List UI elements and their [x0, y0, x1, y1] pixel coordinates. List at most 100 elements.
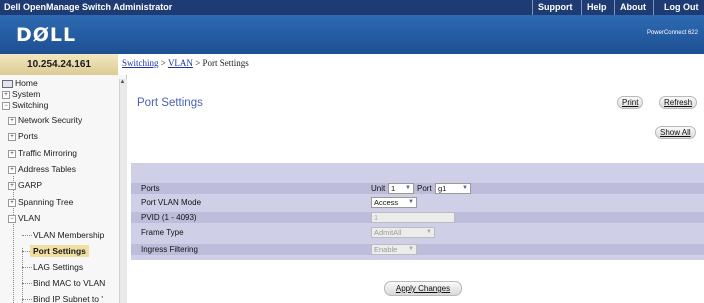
brand-banner: DØLL PowerConnect 622 [0, 15, 704, 54]
frame-type-value: AdmitAll [374, 228, 402, 237]
sidebar-item-label: VLAN [18, 213, 41, 223]
frame-type-row: Frame Type AdmitAll ▼ [131, 227, 704, 238]
sidebar-item-spanning-tree[interactable]: + Spanning Tree [8, 197, 73, 207]
app-title: Dell OpenManage Switch Administrator [4, 2, 173, 12]
plus-box-icon[interactable]: + [8, 198, 16, 207]
sidebar-item-garp[interactable]: + GARP [8, 180, 42, 190]
show-all-button[interactable]: Show All [655, 126, 696, 139]
pvid-label: PVID (1 - 4093) [141, 213, 197, 222]
sidebar-item-label: Traffic Mirroring [18, 148, 78, 158]
breadcrumb-vlan[interactable]: VLAN [168, 58, 193, 68]
top-separator [614, 0, 615, 15]
apply-changes-button[interactable]: Apply Changes [384, 281, 462, 296]
help-link[interactable]: Help [587, 2, 607, 12]
scroll-up-icon[interactable]: ▲ [119, 79, 126, 87]
minus-box-icon[interactable]: − [2, 101, 10, 110]
chevron-down-icon: ▼ [462, 185, 468, 191]
top-menu-bar: Dell OpenManage Switch Administrator Sup… [0, 0, 704, 15]
plus-box-icon[interactable]: + [2, 90, 10, 99]
sidebar-item-vlan[interactable]: − VLAN [8, 213, 40, 223]
ports-label: Ports [141, 184, 160, 193]
sidebar-item-label: Ports [18, 131, 38, 141]
port-label: Port [417, 184, 432, 193]
support-link[interactable]: Support [538, 2, 573, 12]
sidebar-item-label: LAG Settings [33, 262, 84, 272]
sidebar-item-label: Network Security [18, 115, 83, 125]
device-ip-box: 10.254.24.161 [0, 54, 118, 76]
port-select[interactable]: g1 ▼ [435, 183, 471, 194]
pvid-row: PVID (1 - 4093) 1 [131, 212, 704, 223]
sidebar-item-label: System [12, 89, 41, 99]
sidebar-item-bind-ip-subnet[interactable]: Bind IP Subnet to ' [33, 294, 103, 303]
chevron-down-icon: ▼ [408, 199, 414, 205]
sidebar-item-label: VLAN Membership [33, 230, 105, 240]
chevron-down-icon: ▼ [426, 229, 432, 235]
frame-type-label: Frame Type [141, 228, 184, 237]
plus-box-icon[interactable]: + [8, 165, 16, 174]
sidebar-scrollbar[interactable] [119, 79, 127, 303]
page-title: Port Settings [137, 97, 203, 109]
sidebar-item-label: Home [15, 78, 38, 88]
plus-box-icon[interactable]: + [8, 116, 16, 125]
sidebar-item-home[interactable]: Home [2, 78, 38, 88]
refresh-button[interactable]: Refresh [659, 96, 698, 109]
ingress-filtering-row: Ingress Filtering Enable ▼ [131, 244, 704, 255]
tree-tick [22, 235, 32, 236]
sidebar-item-ports[interactable]: + Ports [8, 131, 38, 141]
sidebar-item-bind-mac-to-vlan[interactable]: Bind MAC to VLAN [33, 278, 105, 288]
tree-tick [22, 267, 32, 268]
chevron-down-icon: ▼ [405, 185, 411, 191]
tree-tick [22, 283, 32, 284]
pvid-input[interactable]: 1 [371, 212, 455, 223]
dell-logo: DØLL [16, 24, 77, 46]
top-separator [532, 0, 533, 15]
port-vlan-mode-value: Access [374, 198, 399, 207]
port-vlan-mode-select[interactable]: Access ▼ [371, 197, 417, 208]
port-vlan-mode-row: Port VLAN Mode Access ▼ [131, 197, 704, 208]
sidebar-item-label: Spanning Tree [18, 197, 74, 207]
plus-box-icon[interactable]: + [8, 132, 16, 141]
breadcrumb-switching[interactable]: Switching [122, 58, 159, 68]
about-link[interactable]: About [620, 2, 646, 12]
sidebar-item-label: Bind IP Subnet to ' [33, 294, 103, 303]
ingress-filtering-value: Enable [374, 245, 398, 254]
breadcrumb: Switching > VLAN > Port Settings [122, 58, 249, 68]
breadcrumb-separator: > [158, 58, 168, 68]
sidebar-item-label: Port Settings [33, 246, 86, 256]
plus-box-icon[interactable]: + [8, 181, 16, 190]
chevron-down-icon: ▼ [408, 246, 414, 252]
sidebar-item-address-tables[interactable]: + Address Tables [8, 164, 76, 174]
sidebar-item-switching[interactable]: − Switching [2, 100, 48, 110]
device-ip: 10.254.24.161 [27, 59, 91, 70]
minus-box-icon[interactable]: − [8, 214, 16, 223]
unit-label: Unit [371, 184, 386, 193]
tree-tick [22, 299, 32, 300]
sidebar-nav: Home + System − Switching + Network Securit… [0, 75, 127, 303]
ingress-filtering-select[interactable]: Enable ▼ [371, 244, 417, 255]
breadcrumb-bar: Switching > VLAN > Port Settings [118, 54, 704, 73]
sidebar-item-lag-settings[interactable]: LAG Settings [33, 262, 83, 272]
log-out-link[interactable]: Log Out [664, 2, 699, 12]
frame-type-select[interactable]: AdmitAll ▼ [371, 227, 435, 238]
plus-box-icon[interactable]: + [8, 149, 16, 158]
sidebar-item-network-security[interactable]: + Network Security [8, 115, 82, 125]
port-vlan-mode-label: Port VLAN Mode [141, 198, 202, 207]
breadcrumb-separator: > [192, 58, 203, 68]
sidebar-item-vlan-membership[interactable]: VLAN Membership [33, 230, 104, 240]
top-separator [653, 0, 654, 15]
sidebar-item-system[interactable]: + System [2, 89, 40, 99]
sidebar-item-label: Bind MAC to VLAN [33, 278, 106, 288]
tree-line [22, 248, 23, 303]
unit-select[interactable]: 1 ▼ [388, 183, 414, 194]
print-button[interactable]: Print [617, 96, 644, 109]
tree-line [13, 176, 14, 303]
sidebar-item-traffic-mirroring[interactable]: + Traffic Mirroring [8, 148, 77, 158]
sidebar-item-port-settings[interactable]: Port Settings [30, 245, 89, 257]
sidebar-item-label: GARP [18, 180, 43, 190]
unit-value: 1 [391, 184, 396, 193]
model-name: PowerConnect 622 [646, 30, 698, 36]
sidebar-item-label: Address Tables [18, 164, 76, 174]
sidebar-item-label: Switching [12, 100, 49, 110]
breadcrumb-current: Port Settings [202, 58, 249, 68]
top-separator [581, 0, 582, 15]
